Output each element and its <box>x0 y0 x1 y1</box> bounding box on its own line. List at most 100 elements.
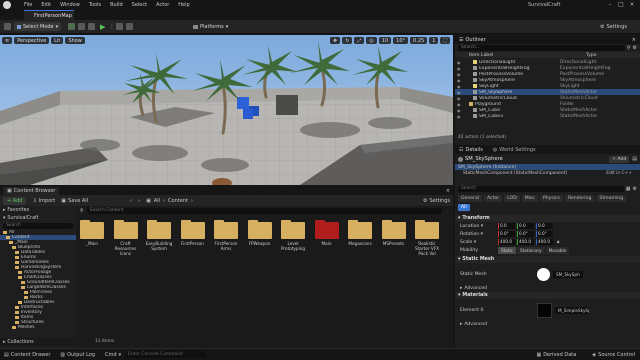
visibility-eye-icon[interactable]: ◉ <box>457 60 465 65</box>
project-header[interactable]: ▾ SurvivalCraft <box>0 214 76 222</box>
lock-icon[interactable]: 🔒︎ <box>557 239 559 245</box>
save-icon[interactable] <box>4 23 11 30</box>
quick-add-icon[interactable] <box>68 23 75 30</box>
advanced-row-2[interactable]: ▸ Advanced <box>455 321 640 328</box>
menu-item-window[interactable]: Window <box>60 2 80 8</box>
grid-view-icon[interactable]: ▦ <box>626 186 631 192</box>
visibility-eye-icon[interactable]: ◉ <box>457 66 465 71</box>
filter-tab-lod[interactable]: LOD <box>504 195 520 202</box>
step-icon[interactable] <box>116 23 123 30</box>
filter-tab-rendering[interactable]: Rendering <box>564 195 595 202</box>
asset-folder-tile[interactable]: FPWeapon <box>247 220 274 246</box>
filter-tab-streaming[interactable]: Streaming <box>596 195 627 202</box>
rotation-y-input[interactable]: 0.0° <box>517 231 534 237</box>
component-row[interactable]: StaticMeshComponent (StaticMeshComponent… <box>455 170 640 176</box>
asset-folder-tile[interactable]: MSPresets <box>381 220 408 246</box>
outliner-search-input[interactable]: Search... <box>458 45 625 51</box>
import-button[interactable]: ⇩ Import <box>32 198 55 204</box>
materials-section[interactable]: ▾ Materials <box>455 292 640 299</box>
col-label-header[interactable]: Item Label <box>469 53 586 58</box>
location-y-input[interactable]: 0.0 <box>517 223 534 229</box>
forward-icon[interactable]: › <box>138 198 140 204</box>
rotation-x-input[interactable]: 0.0° <box>498 231 515 237</box>
mobility-stationary-button[interactable]: Stationary <box>516 246 545 254</box>
blueprint-icon[interactable] <box>78 23 85 30</box>
asset-folder-tile[interactable]: EasyBuilding System <box>146 220 173 251</box>
viewport-btn-lit[interactable]: Lit <box>51 37 64 44</box>
filter-tab-misc[interactable]: Misc <box>521 195 538 202</box>
tree-folder-item[interactable]: Meshes <box>0 325 76 330</box>
asset-folder-tile[interactable]: FirstPerson <box>180 220 207 246</box>
visibility-eye-icon[interactable]: ◉ <box>457 108 465 113</box>
visibility-eye-icon[interactable]: ◉ <box>457 72 465 77</box>
play-options-icon[interactable]: ⋮ <box>109 23 115 30</box>
static-mesh-picker[interactable]: SM_SkySph <box>553 270 583 278</box>
asset-folder-tile[interactable]: Level Prototyping <box>281 220 307 251</box>
gear-icon[interactable]: ⚙ <box>633 186 637 192</box>
viewport-menu-button[interactable]: ≡ <box>2 37 13 44</box>
world-settings-tab[interactable]: ◍ World Settings <box>493 147 536 153</box>
scale-tool-icon[interactable]: ⤢ <box>354 37 365 44</box>
close-icon[interactable]: × <box>446 188 450 194</box>
scale-x-input[interactable]: 400.0 <box>498 239 515 245</box>
blueprint-icon[interactable]: ▤ <box>632 156 637 162</box>
filter-icon[interactable]: ⚲ <box>80 208 84 214</box>
menu-item-select[interactable]: Select <box>132 2 147 8</box>
content-settings-button[interactable]: ⚙ Settings <box>423 198 450 204</box>
derived-data-button[interactable]: ▦ Derived Data <box>536 352 576 358</box>
visibility-eye-icon[interactable]: ◉ <box>457 96 465 101</box>
asset-folder-tile[interactable]: Craft Resources Icons <box>113 220 140 256</box>
content-browser-tab[interactable]: ▣ Content Browser <box>3 186 60 195</box>
breadcrumb-all[interactable]: All <box>154 198 160 204</box>
output-log-button[interactable]: ▥ Output Log <box>60 352 95 358</box>
angle-snap-button[interactable]: 10° <box>393 37 409 44</box>
maximize-icon[interactable]: □ <box>617 1 625 9</box>
breadcrumb-content[interactable]: Content <box>168 198 188 204</box>
menu-item-file[interactable]: File <box>24 2 32 8</box>
details-search-input[interactable]: Search <box>458 186 624 192</box>
asset-folder-tile[interactable]: Megascans <box>348 220 374 246</box>
level-viewport[interactable]: ≡ Perspective Lit Show ✥ ↻ ⤢ ◎ 10 10° 0.… <box>0 35 453 185</box>
scale-z-input[interactable]: 400.0 <box>536 239 553 245</box>
mobility-movable-button[interactable]: Movable <box>545 246 570 254</box>
location-x-input[interactable]: 0.0 <box>498 223 515 229</box>
advanced-row-1[interactable]: ▸ Advanced <box>455 285 640 292</box>
close-icon[interactable]: × <box>632 37 636 43</box>
menu-item-actor[interactable]: Actor <box>156 2 169 8</box>
rotate-tool-icon[interactable]: ↻ <box>342 37 353 44</box>
close-window-icon[interactable]: × <box>628 1 636 9</box>
asset-folder-tile[interactable]: _Main <box>80 220 106 246</box>
minimize-icon[interactable]: – <box>606 1 614 9</box>
unreal-logo-icon[interactable] <box>3 1 11 9</box>
material-thumbnail[interactable] <box>537 302 552 318</box>
static-mesh-section[interactable]: ▾ Static Mesh <box>455 256 640 263</box>
camera-speed-button[interactable]: 1 <box>429 37 439 44</box>
cmd-dropdown[interactable]: Cmd ▾ <box>105 352 121 358</box>
transform-section[interactable]: ▾ Transform <box>455 215 640 222</box>
content-drawer-button[interactable]: ▤ Content Drawer <box>4 352 50 358</box>
edit-in-cpp-link[interactable]: Edit in C++ <box>606 171 632 176</box>
maximize-viewport-icon[interactable]: ⛶ <box>440 37 450 44</box>
add-component-button[interactable]: + Add <box>609 155 630 163</box>
content-search-input[interactable]: Search Content <box>86 208 442 214</box>
visibility-eye-icon[interactable]: ◉ <box>457 114 465 119</box>
rotation-z-input[interactable]: 0.0° <box>536 231 553 237</box>
visibility-eye-icon[interactable]: ◉ <box>457 84 465 89</box>
console-input[interactable]: Enter Console Command <box>125 351 206 358</box>
filter-tab-all[interactable]: All <box>458 204 470 211</box>
visibility-eye-icon[interactable]: ◉ <box>457 78 465 83</box>
details-tab[interactable]: ☷ Details <box>459 147 483 153</box>
gear-icon[interactable]: ⚙ <box>633 45 637 51</box>
menu-item-help[interactable]: Help <box>178 2 189 8</box>
save-all-button[interactable]: ▣ Save All <box>61 198 88 204</box>
viewport-btn-perspective[interactable]: Perspective <box>14 37 50 44</box>
cinematics-icon[interactable] <box>88 23 95 30</box>
source-control-button[interactable]: ◈ Source Control <box>592 352 635 358</box>
col-type-header[interactable]: Type <box>586 53 597 58</box>
asset-folder-tile[interactable]: Realistic Starter VFX Pack Vol <box>415 220 441 256</box>
filter-icon[interactable]: ⚲ <box>627 45 631 51</box>
scale-y-input[interactable]: 400.0 <box>517 239 534 245</box>
filter-tab-physics[interactable]: Physics <box>539 195 563 202</box>
play-icon[interactable]: ▶ <box>100 23 105 31</box>
content-add-button[interactable]: + Add <box>3 196 27 205</box>
